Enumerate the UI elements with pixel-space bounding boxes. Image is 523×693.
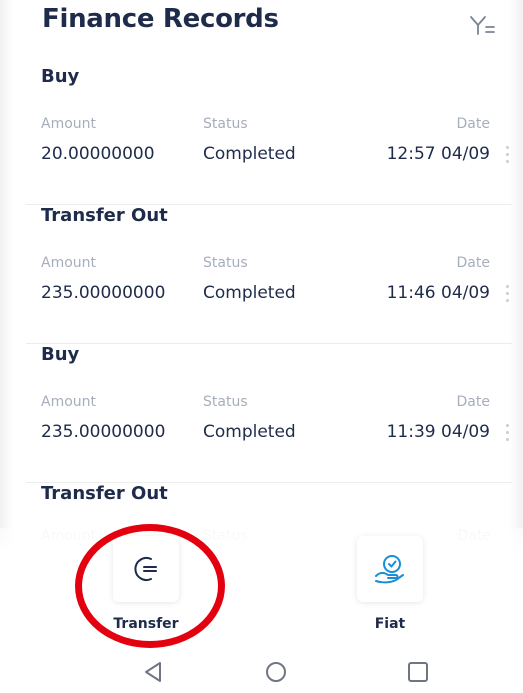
more-options-button[interactable] (502, 281, 512, 315)
fiat-icon (375, 555, 404, 584)
transfer-icon-box (113, 536, 179, 602)
back-button[interactable] (140, 660, 168, 684)
page-title: Finance Records (42, 4, 279, 34)
date-label: Date (456, 255, 490, 271)
record-type: Transfer Out (41, 483, 168, 504)
amount-label: Amount (41, 116, 97, 132)
amount-label: Amount (41, 255, 97, 271)
status-label: Status (203, 394, 248, 410)
transfer-button[interactable]: Transfer (91, 536, 201, 632)
record-item[interactable]: Transfer Out Amount Status Date 235.0000… (26, 205, 512, 344)
status-value: Completed (203, 283, 296, 303)
header: Finance Records (0, 0, 523, 46)
bottom-action-panel: Transfer Fiat (0, 528, 523, 648)
transfer-label: Transfer (113, 616, 179, 632)
record-item[interactable]: Buy Amount Status Date 20.00000000 Compl… (26, 66, 512, 205)
recent-apps-button[interactable] (404, 660, 432, 684)
amount-value: 235.00000000 (41, 422, 166, 442)
filter-button[interactable] (468, 12, 498, 38)
amount-value: 20.00000000 (41, 144, 155, 164)
home-icon (266, 662, 286, 682)
date-value: 12:57 04/09 (386, 144, 490, 164)
record-item[interactable]: Buy Amount Status Date 235.00000000 Comp… (26, 344, 512, 483)
status-value: Completed (203, 144, 296, 164)
fiat-icon-box (357, 536, 423, 602)
status-value: Completed (203, 422, 296, 442)
date-label: Date (456, 394, 490, 410)
finance-records-screen: Finance Records Buy Amount Status Date 2… (0, 0, 523, 693)
filter-icon (470, 16, 495, 35)
record-type: Transfer Out (41, 205, 168, 226)
amount-label: Amount (41, 394, 97, 410)
back-icon (145, 662, 161, 682)
record-item[interactable]: Transfer Out (26, 483, 512, 528)
fiat-label: Fiat (374, 616, 406, 632)
recent-apps-icon (408, 662, 428, 682)
more-options-button[interactable] (502, 142, 512, 176)
system-nav-bar (0, 648, 523, 693)
status-label: Status (203, 255, 248, 271)
record-type: Buy (41, 66, 80, 87)
more-options-button[interactable] (502, 420, 512, 454)
home-button[interactable] (262, 660, 290, 684)
date-value: 11:39 04/09 (386, 422, 490, 442)
record-type: Buy (41, 344, 80, 365)
amount-value: 235.00000000 (41, 283, 166, 303)
date-value: 11:46 04/09 (386, 283, 490, 303)
fiat-button[interactable]: Fiat (335, 536, 445, 632)
date-label: Date (456, 116, 490, 132)
status-label: Status (203, 116, 248, 132)
transfer-icon (134, 557, 157, 581)
